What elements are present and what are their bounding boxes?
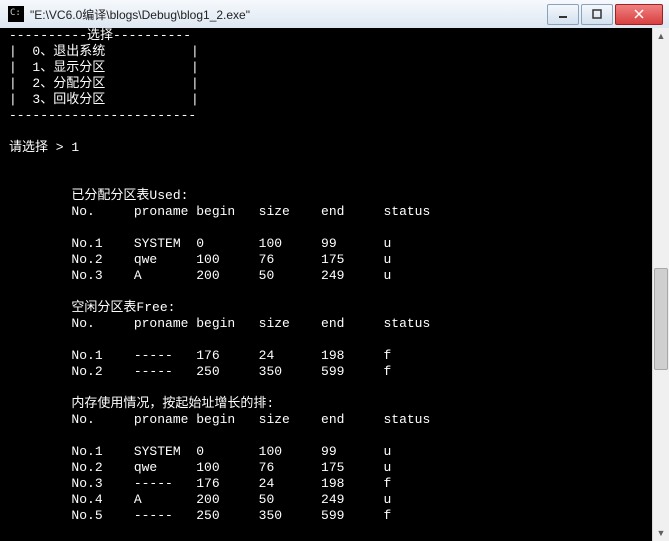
scroll-up-button[interactable]: ▲ bbox=[653, 28, 669, 44]
scrollbar[interactable]: ▲ ▼ bbox=[652, 28, 669, 541]
window-title: "E:\VC6.0编译\blogs\Debug\blog1_2.exe" bbox=[30, 6, 545, 23]
console-output: ----------选择---------- | 0、退出系统 | | 1、显示… bbox=[9, 28, 653, 541]
minimize-button[interactable] bbox=[547, 4, 579, 25]
client-area: ----------选择---------- | 0、退出系统 | | 1、显示… bbox=[0, 28, 669, 541]
minimize-icon bbox=[558, 9, 568, 19]
scrollbar-thumb[interactable] bbox=[654, 268, 668, 370]
app-icon bbox=[8, 6, 24, 22]
app-window: "E:\VC6.0编译\blogs\Debug\blog1_2.exe" ---… bbox=[0, 0, 669, 541]
maximize-icon bbox=[592, 9, 602, 19]
window-controls bbox=[545, 4, 663, 25]
close-button[interactable] bbox=[615, 4, 663, 25]
scroll-down-button[interactable]: ▼ bbox=[653, 525, 669, 541]
titlebar: "E:\VC6.0编译\blogs\Debug\blog1_2.exe" bbox=[0, 0, 669, 29]
close-icon bbox=[634, 9, 644, 19]
maximize-button[interactable] bbox=[581, 4, 613, 25]
